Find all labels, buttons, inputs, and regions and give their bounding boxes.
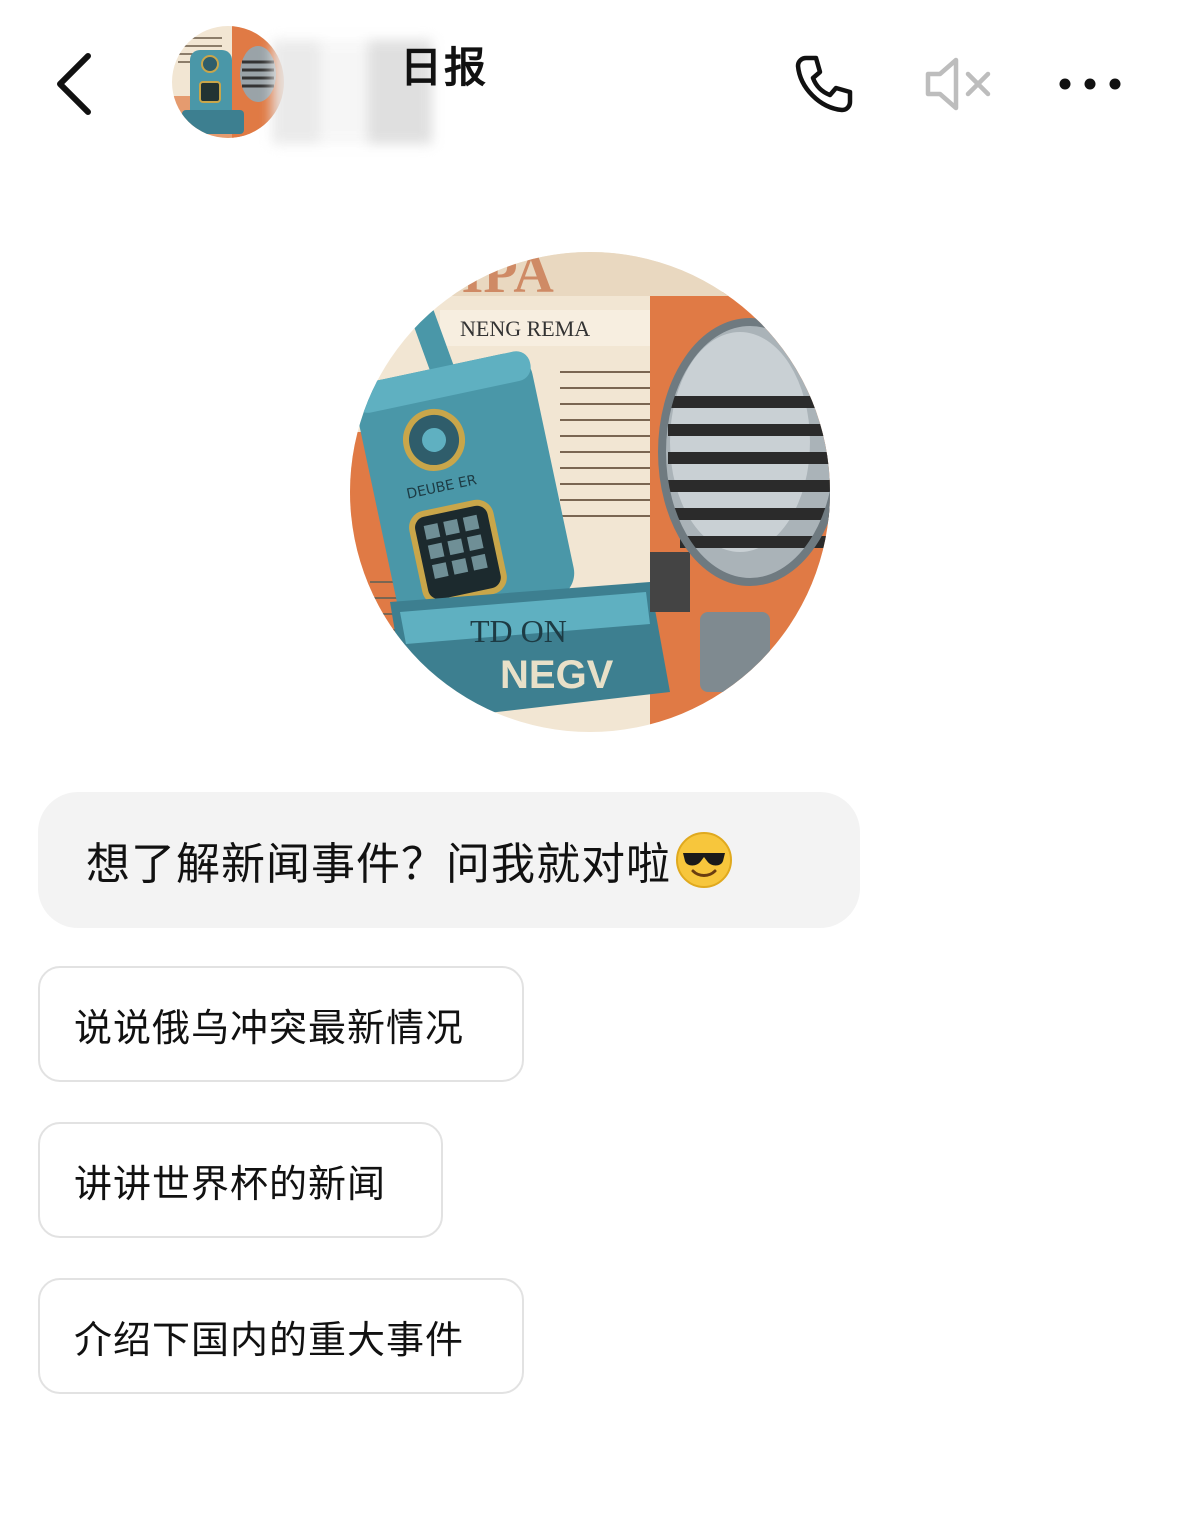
avatar-label-bottom: NEGV [500,653,614,697]
header-avatar[interactable] [172,26,284,138]
phone-icon [795,55,853,113]
suggestion-label: 讲讲世界杯的新闻 [74,1161,387,1206]
back-button[interactable] [48,48,104,120]
speaker-muted-icon [925,57,991,111]
avatar-label-top: NENG REMA [460,316,590,341]
suggestion-chip[interactable]: 介绍下国内的重大事件 [38,1278,524,1394]
call-button[interactable] [792,52,856,116]
suggestion-chip[interactable]: 说说俄乌冲突最新情况 [38,966,524,1082]
suggestion-label: 介绍下国内的重大事件 [74,1317,465,1362]
bot-avatar: EPIPA NENG REMA DEUBE ER TD ON NEGV [350,252,830,732]
mute-button[interactable] [922,52,991,116]
chat-title: 日报 [400,43,489,92]
chat-header: 日报 [0,0,1179,160]
avatar-illustration: EPIPA NENG REMA DEUBE ER TD ON NEGV [350,252,830,732]
svg-text:EPIPA: EPIPA [390,252,554,305]
more-horizontal-icon [1059,78,1121,90]
suggestion-chip[interactable]: 讲讲世界杯的新闻 [38,1122,443,1238]
greeting-bubble: 想了解新闻事件？问我就对啦 [38,792,860,928]
more-button[interactable] [1055,52,1125,116]
suggestion-label: 说说俄乌冲突最新情况 [74,1005,465,1050]
svg-text:TD ON: TD ON [470,613,567,649]
chevron-left-icon [57,53,91,115]
avatar-image [172,26,284,138]
sunglasses-face-emoji [676,832,732,888]
greeting-text: 想了解新闻事件？问我就对啦 [86,839,671,890]
